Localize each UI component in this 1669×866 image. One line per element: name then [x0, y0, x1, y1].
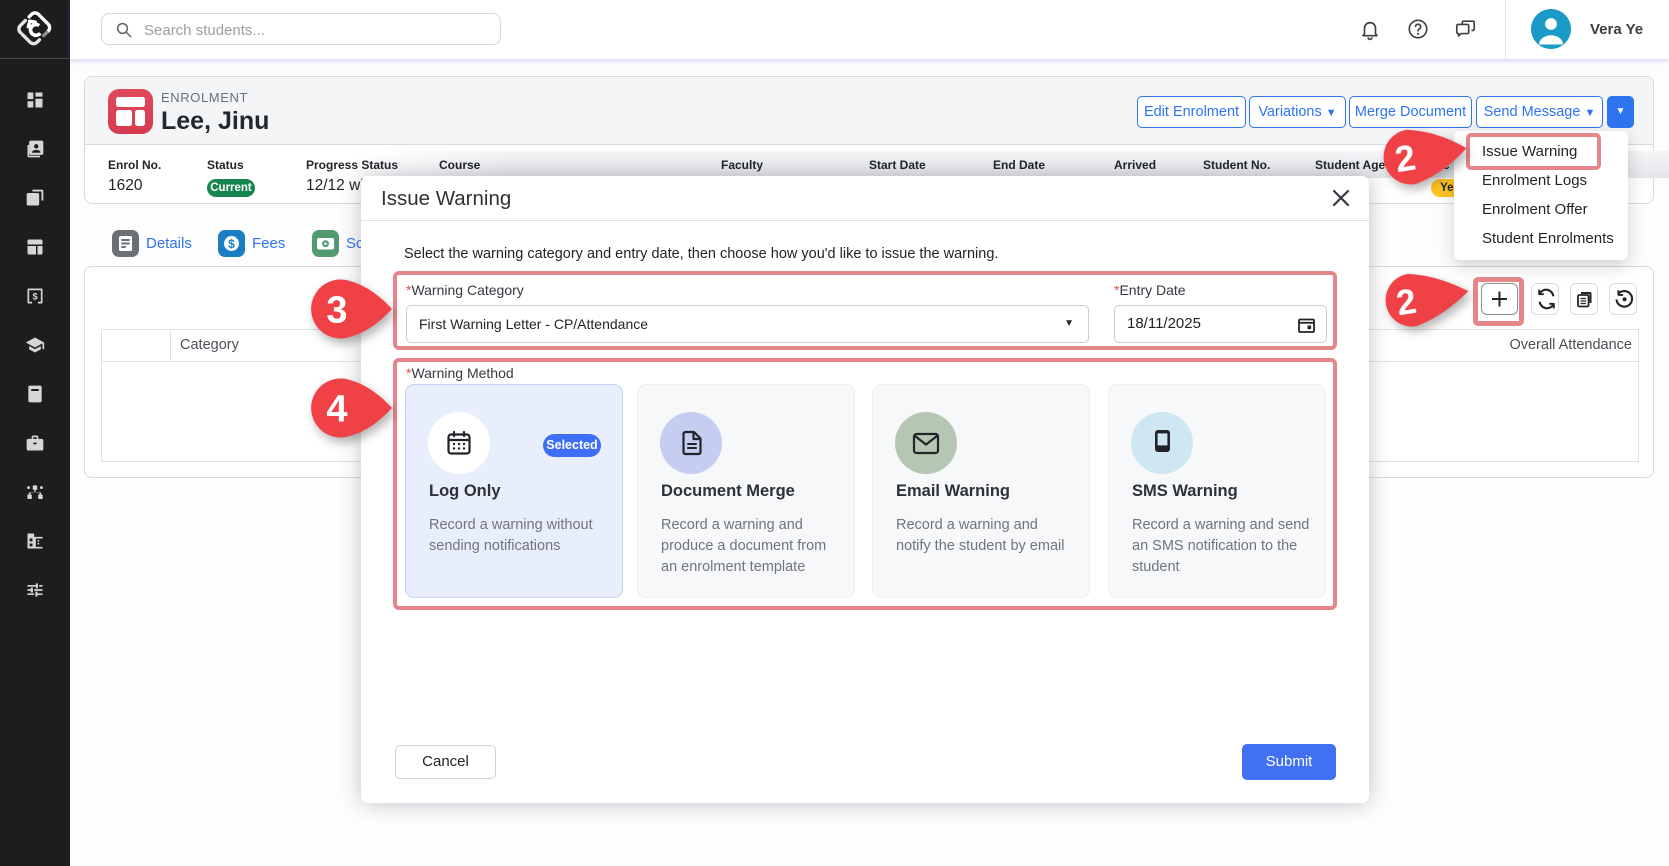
svg-text:$: $	[32, 291, 37, 301]
svg-text:$: $	[228, 237, 235, 251]
svg-text:3: 3	[326, 290, 347, 332]
svg-text:4: 4	[326, 389, 347, 431]
